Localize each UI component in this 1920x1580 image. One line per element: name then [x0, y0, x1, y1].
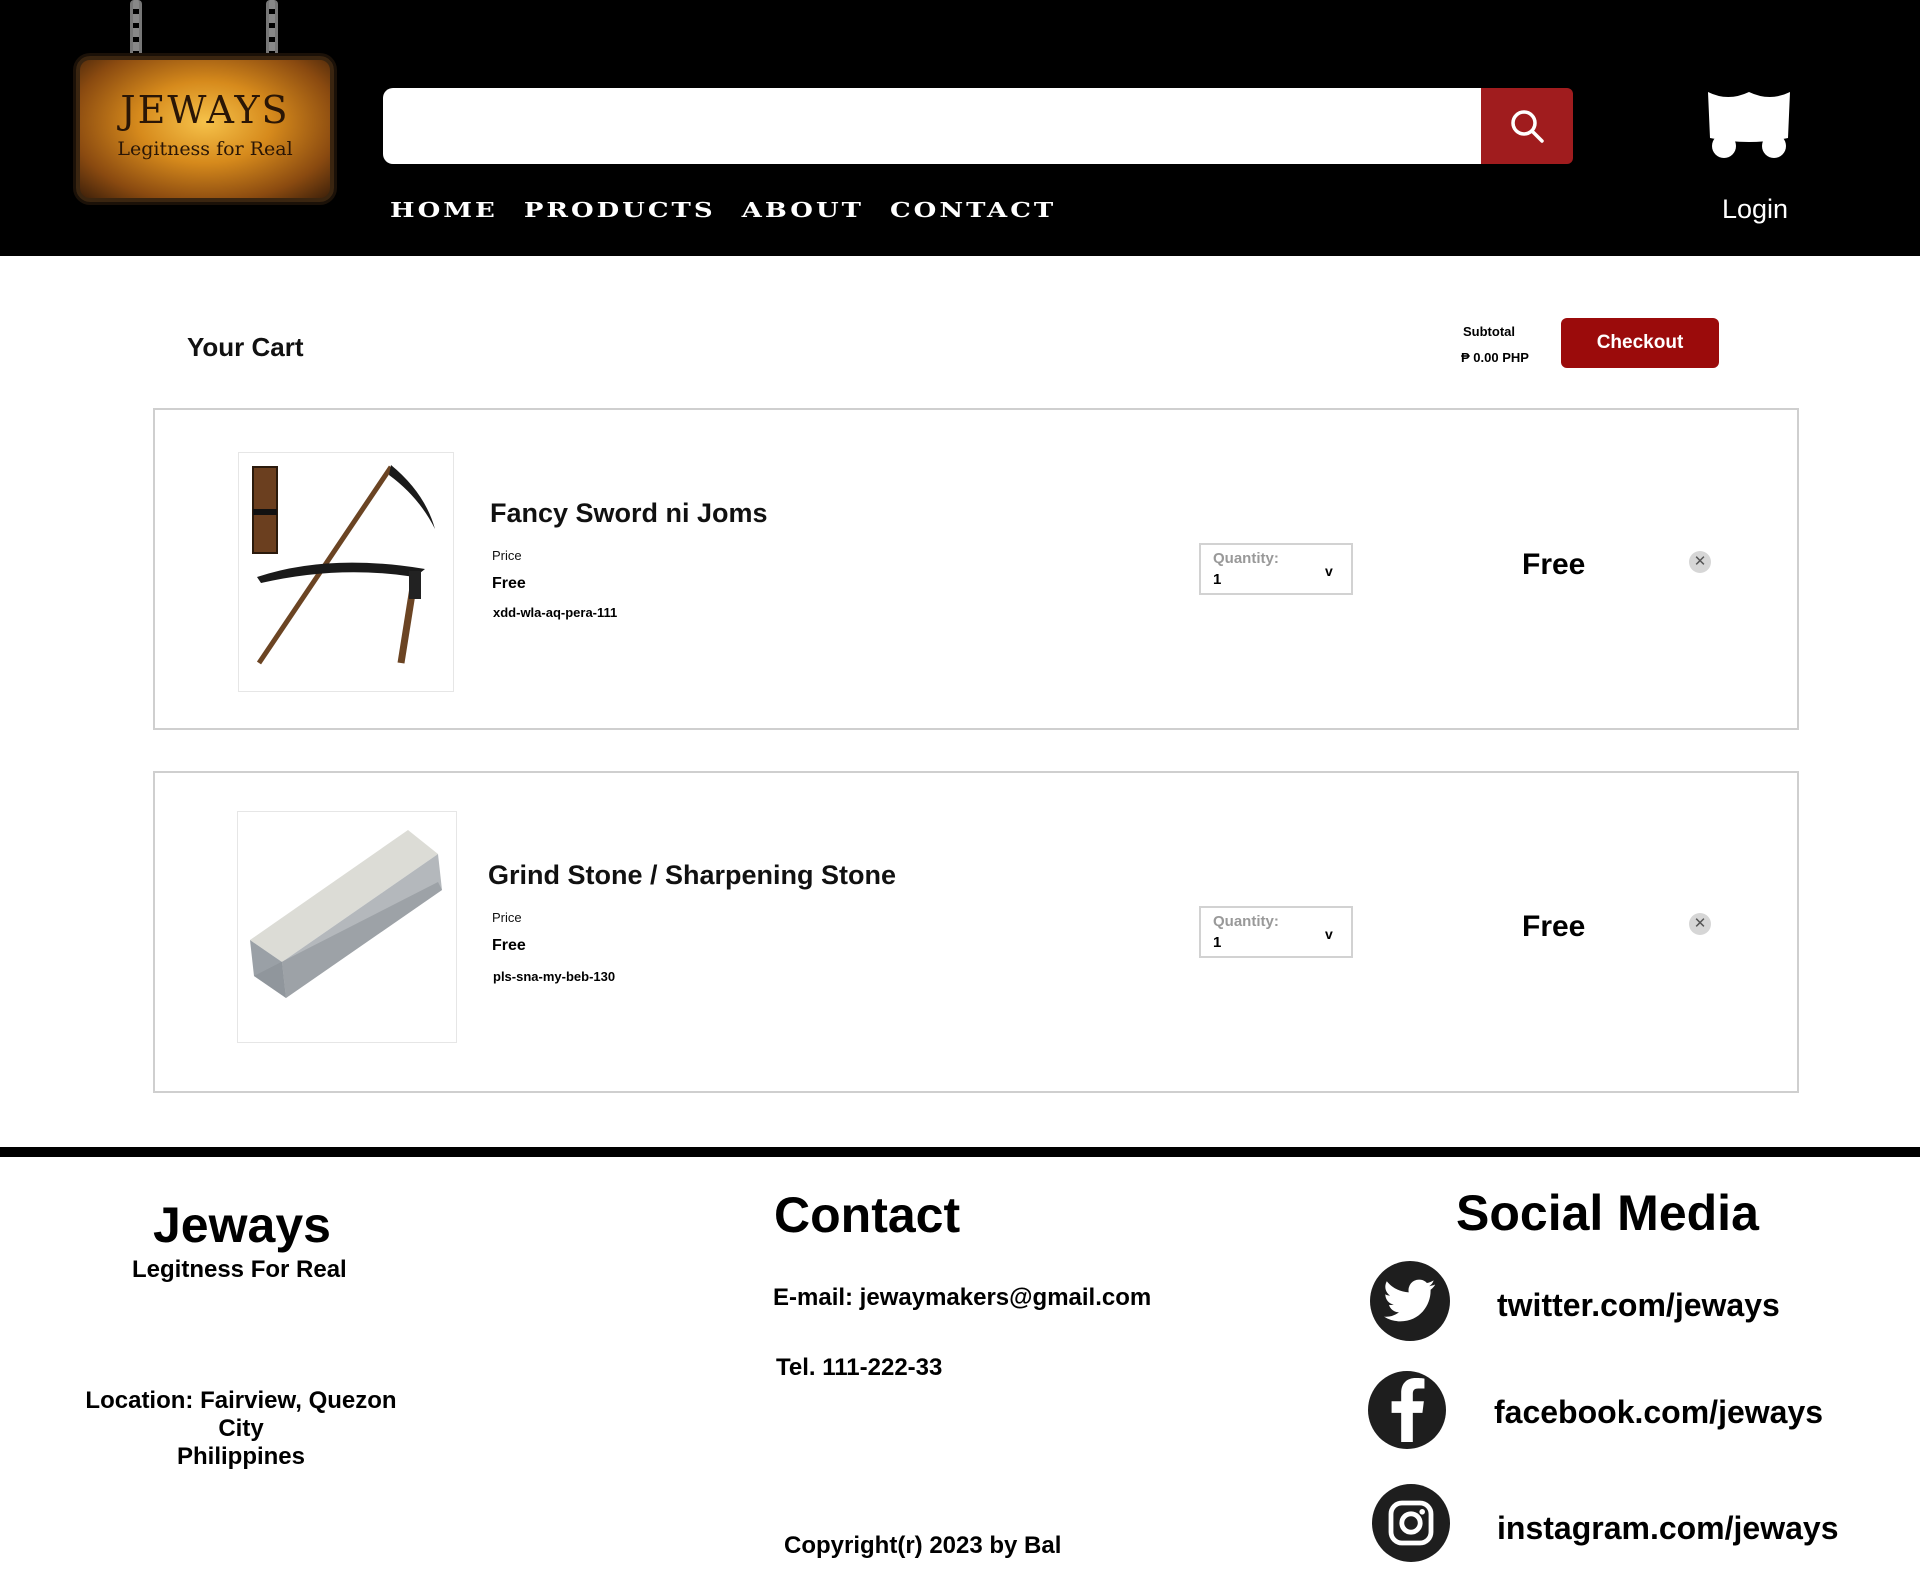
- item-total: Free: [1522, 910, 1586, 943]
- instagram-glyph: [1388, 1500, 1434, 1546]
- footer-contact-title: Contact: [774, 1187, 961, 1243]
- footer-copyright: Copyright(r) 2023 by Bal: [784, 1532, 1062, 1559]
- logo-sign: JEWAYS Legitness for Real: [76, 56, 334, 202]
- site-header: JEWAYS Legitness for Real HOME PRODUCTS …: [0, 0, 1920, 256]
- quantity-select[interactable]: Quantity: 1 v: [1199, 543, 1353, 595]
- login-link[interactable]: Login: [1722, 194, 1788, 225]
- nav-contact[interactable]: CONTACT: [890, 199, 1056, 222]
- quantity-select[interactable]: Quantity: 1 v: [1199, 906, 1353, 958]
- location-line-1: Location: Fairview, Quezon City: [85, 1387, 397, 1442]
- search-input[interactable]: [383, 88, 1481, 164]
- close-icon: ✕: [1693, 915, 1707, 932]
- price-label: Price: [492, 910, 522, 925]
- close-icon: ✕: [1693, 553, 1707, 570]
- cart-icon[interactable]: [1706, 88, 1792, 160]
- twitter-icon[interactable]: [1370, 1261, 1450, 1341]
- checkout-button[interactable]: Checkout: [1561, 318, 1719, 368]
- product-image-stone[interactable]: [237, 811, 457, 1043]
- nav-about[interactable]: ABOUT: [742, 199, 864, 222]
- logo[interactable]: JEWAYS Legitness for Real: [70, 0, 340, 215]
- footer-tel: Tel. 111-222-33: [776, 1354, 943, 1381]
- quantity-value: 1: [1213, 934, 1222, 951]
- product-name[interactable]: Grind Stone / Sharpening Stone: [488, 860, 896, 891]
- chain-right: [266, 0, 278, 60]
- price-value: Free: [492, 937, 526, 954]
- search-icon: [1511, 110, 1544, 143]
- footer-brand: Jeways: [153, 1197, 331, 1253]
- instagram-icon[interactable]: [1372, 1484, 1450, 1562]
- sharpening-stone-image: [250, 830, 442, 998]
- footer-divider: [0, 1147, 1920, 1157]
- nav-products[interactable]: PRODUCTS: [524, 199, 716, 222]
- cart-title: Your Cart: [187, 332, 304, 362]
- footer-social-title: Social Media: [1456, 1185, 1759, 1241]
- cart-item: Grind Stone / Sharpening Stone Price Fre…: [153, 771, 1799, 1093]
- facebook-link[interactable]: facebook.com/jeways: [1494, 1394, 1823, 1431]
- nav-home[interactable]: HOME: [390, 199, 498, 222]
- quantity-label: Quantity:: [1213, 550, 1279, 567]
- instagram-link[interactable]: instagram.com/jeways: [1497, 1510, 1838, 1547]
- twitter-link[interactable]: twitter.com/jeways: [1497, 1287, 1780, 1324]
- chevron-down-icon: v: [1325, 926, 1333, 942]
- main-nav: HOME PRODUCTS ABOUT CONTACT: [390, 196, 1082, 226]
- product-sku: pls-sna-my-beb-130: [493, 969, 616, 984]
- search-bar: [383, 88, 1573, 164]
- price-label: Price: [492, 548, 522, 563]
- chain-left: [130, 0, 142, 60]
- logo-title: JEWAYS: [120, 88, 290, 132]
- logo-tagline: Legitness for Real: [117, 138, 293, 160]
- product-name[interactable]: Fancy Sword ni Joms: [490, 498, 768, 529]
- item-total: Free: [1522, 548, 1586, 581]
- product-image-scythe[interactable]: [238, 452, 454, 692]
- location-line-2: Philippines: [176, 1443, 305, 1470]
- scythe-image: [252, 465, 435, 665]
- footer-email[interactable]: E-mail: jewaymakers@gmail.com: [773, 1284, 1151, 1312]
- quantity-label: Quantity:: [1213, 913, 1279, 930]
- subtotal-value: ₱ 0.00 PHP: [1461, 350, 1529, 365]
- remove-item-button[interactable]: ✕: [1689, 913, 1711, 935]
- footer-tagline: Legitness For Real: [132, 1256, 347, 1283]
- twitter-glyph: [1384, 1279, 1436, 1322]
- footer-location: Location: Fairview, Quezon City Philippi…: [60, 1387, 422, 1471]
- price-value: Free: [492, 575, 526, 592]
- facebook-glyph: [1391, 1378, 1425, 1442]
- remove-item-button[interactable]: ✕: [1689, 551, 1711, 573]
- subtotal-label: Subtotal: [1463, 324, 1515, 339]
- product-sku: xdd-wla-aq-pera-111: [493, 605, 618, 620]
- chevron-down-icon: v: [1325, 563, 1333, 579]
- facebook-icon[interactable]: [1368, 1371, 1446, 1449]
- search-button[interactable]: [1481, 88, 1573, 164]
- quantity-value: 1: [1213, 571, 1222, 588]
- cart-item: Fancy Sword ni Joms Price Free xdd-wla-a…: [153, 408, 1799, 730]
